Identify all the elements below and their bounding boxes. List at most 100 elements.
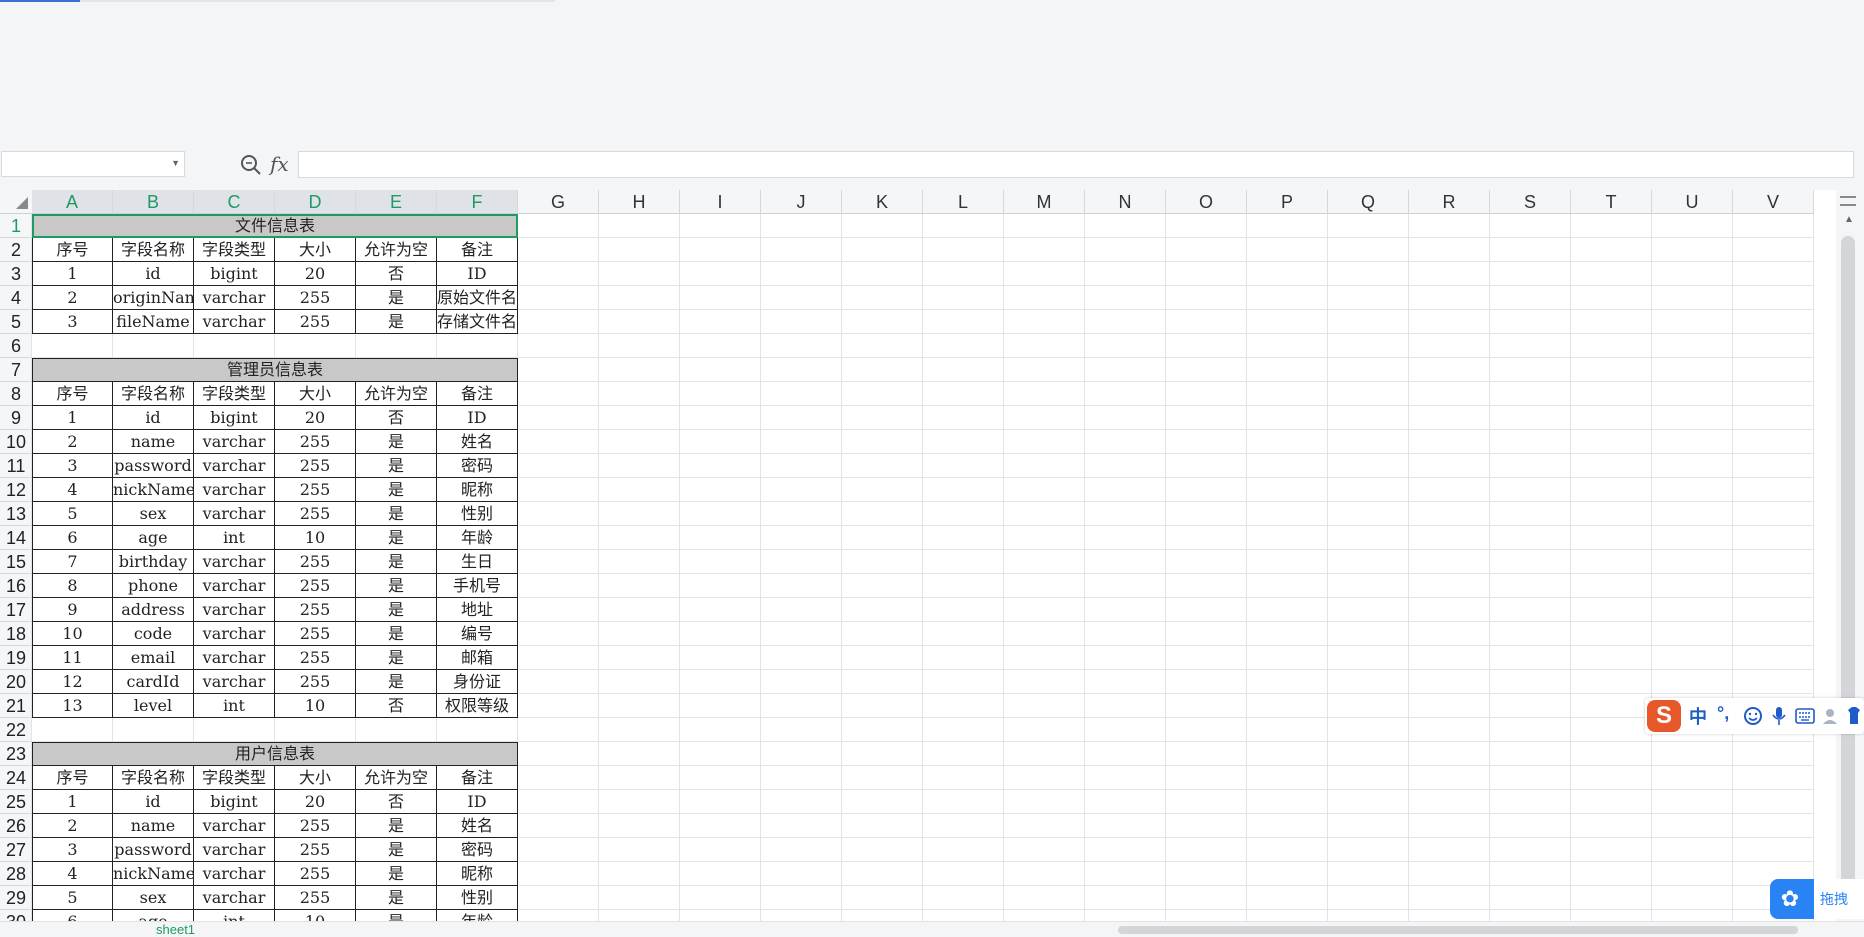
- table-cell[interactable]: 昵称: [437, 862, 518, 886]
- table-cell[interactable]: 10: [275, 694, 356, 718]
- header-cell[interactable]: 允许为空: [356, 766, 437, 790]
- header-cell[interactable]: 序号: [32, 766, 113, 790]
- table-cell[interactable]: 255: [275, 454, 356, 478]
- header-cell[interactable]: 备注: [437, 382, 518, 406]
- table-cell[interactable]: 5: [32, 502, 113, 526]
- menu-icon[interactable]: [1840, 196, 1856, 206]
- table-cell[interactable]: 否: [356, 694, 437, 718]
- table-cell[interactable]: 7: [32, 550, 113, 574]
- table-cell[interactable]: code: [113, 622, 194, 646]
- table-cell[interactable]: 密码: [437, 454, 518, 478]
- table-cell[interactable]: 姓名: [437, 814, 518, 838]
- table-cell[interactable]: password: [113, 454, 194, 478]
- microphone-icon[interactable]: [1771, 706, 1787, 726]
- row-header-7[interactable]: 7: [0, 358, 32, 382]
- row-header-1[interactable]: 1: [0, 214, 32, 238]
- table-cell[interactable]: varchar: [194, 598, 275, 622]
- column-header-d[interactable]: D: [275, 190, 356, 214]
- row-header-24[interactable]: 24: [0, 766, 32, 790]
- column-header-n[interactable]: N: [1085, 190, 1166, 214]
- table-cell[interactable]: 昵称: [437, 478, 518, 502]
- table-cell[interactable]: 是: [356, 622, 437, 646]
- row-header-9[interactable]: 9: [0, 406, 32, 430]
- table-title[interactable]: 管理员信息表: [32, 358, 518, 382]
- table-cell[interactable]: 255: [275, 430, 356, 454]
- header-cell[interactable]: 备注: [437, 766, 518, 790]
- column-header-t[interactable]: T: [1571, 190, 1652, 214]
- table-cell[interactable]: 是: [356, 886, 437, 910]
- table-cell[interactable]: 是: [356, 502, 437, 526]
- zoom-icon[interactable]: [238, 152, 264, 178]
- column-header-q[interactable]: Q: [1328, 190, 1409, 214]
- column-header-h[interactable]: H: [599, 190, 680, 214]
- table-cell[interactable]: 否: [356, 790, 437, 814]
- table-cell[interactable]: 密码: [437, 838, 518, 862]
- table-cell[interactable]: 是: [356, 550, 437, 574]
- row-header-11[interactable]: 11: [0, 454, 32, 478]
- table-cell[interactable]: 是: [356, 310, 437, 334]
- table-cell[interactable]: 13: [32, 694, 113, 718]
- table-cell[interactable]: 性别: [437, 886, 518, 910]
- chevron-up-icon[interactable]: ▲: [1844, 214, 1854, 225]
- table-cell[interactable]: 邮箱: [437, 646, 518, 670]
- column-header-i[interactable]: I: [680, 190, 761, 214]
- table-cell[interactable]: cardId: [113, 670, 194, 694]
- row-header-17[interactable]: 17: [0, 598, 32, 622]
- column-header-f[interactable]: F: [437, 190, 518, 214]
- table-cell[interactable]: int: [194, 694, 275, 718]
- table-cell[interactable]: 255: [275, 622, 356, 646]
- table-cell[interactable]: 5: [32, 886, 113, 910]
- table-cell[interactable]: 年龄: [437, 910, 518, 921]
- table-cell[interactable]: age: [113, 910, 194, 921]
- table-cell[interactable]: 20: [275, 262, 356, 286]
- table-cell[interactable]: varchar: [194, 454, 275, 478]
- table-cell[interactable]: 2: [32, 286, 113, 310]
- row-header-20[interactable]: 20: [0, 670, 32, 694]
- table-cell[interactable]: varchar: [194, 286, 275, 310]
- table-cell[interactable]: 原始文件名: [437, 286, 518, 310]
- keyboard-icon[interactable]: [1795, 708, 1815, 724]
- table-cell[interactable]: 权限等级: [437, 694, 518, 718]
- table-cell[interactable]: level: [113, 694, 194, 718]
- emoji-icon[interactable]: [1743, 706, 1763, 726]
- select-all-corner[interactable]: [0, 190, 32, 214]
- table-cell[interactable]: 3: [32, 454, 113, 478]
- table-cell[interactable]: 是: [356, 646, 437, 670]
- column-header-s[interactable]: S: [1490, 190, 1571, 214]
- drag-upload-badge[interactable]: ✿ 拖拽: [1770, 879, 1864, 919]
- header-cell[interactable]: 备注: [437, 238, 518, 262]
- name-box[interactable]: ▼: [1, 151, 185, 177]
- table-cell[interactable]: 10: [275, 526, 356, 550]
- table-cell[interactable]: 身份证: [437, 670, 518, 694]
- table-cell[interactable]: 20: [275, 790, 356, 814]
- table-cell[interactable]: birthday: [113, 550, 194, 574]
- header-cell[interactable]: 序号: [32, 238, 113, 262]
- table-cell[interactable]: id: [113, 262, 194, 286]
- table-cell[interactable]: 是: [356, 910, 437, 921]
- table-cell[interactable]: password: [113, 838, 194, 862]
- table-cell[interactable]: phone: [113, 574, 194, 598]
- table-cell[interactable]: originName: [113, 286, 194, 310]
- header-cell[interactable]: 字段类型: [194, 766, 275, 790]
- row-header-25[interactable]: 25: [0, 790, 32, 814]
- formula-input[interactable]: [298, 151, 1854, 178]
- table-cell[interactable]: 12: [32, 670, 113, 694]
- table-cell[interactable]: 4: [32, 862, 113, 886]
- ime-punct-toggle[interactable]: °,: [1717, 703, 1729, 724]
- row-header-23[interactable]: 23: [0, 742, 32, 766]
- table-cell[interactable]: id: [113, 790, 194, 814]
- table-cell[interactable]: sex: [113, 502, 194, 526]
- column-header-b[interactable]: B: [113, 190, 194, 214]
- table-cell[interactable]: ID: [437, 262, 518, 286]
- row-header-19[interactable]: 19: [0, 646, 32, 670]
- row-header-13[interactable]: 13: [0, 502, 32, 526]
- row-header-26[interactable]: 26: [0, 814, 32, 838]
- table-cell[interactable]: 255: [275, 502, 356, 526]
- column-header-p[interactable]: P: [1247, 190, 1328, 214]
- table-cell[interactable]: varchar: [194, 814, 275, 838]
- table-cell[interactable]: bigint: [194, 262, 275, 286]
- table-cell[interactable]: nickName: [113, 478, 194, 502]
- ime-toolbar[interactable]: S 中 °,: [1645, 698, 1864, 734]
- table-cell[interactable]: varchar: [194, 670, 275, 694]
- table-cell[interactable]: varchar: [194, 622, 275, 646]
